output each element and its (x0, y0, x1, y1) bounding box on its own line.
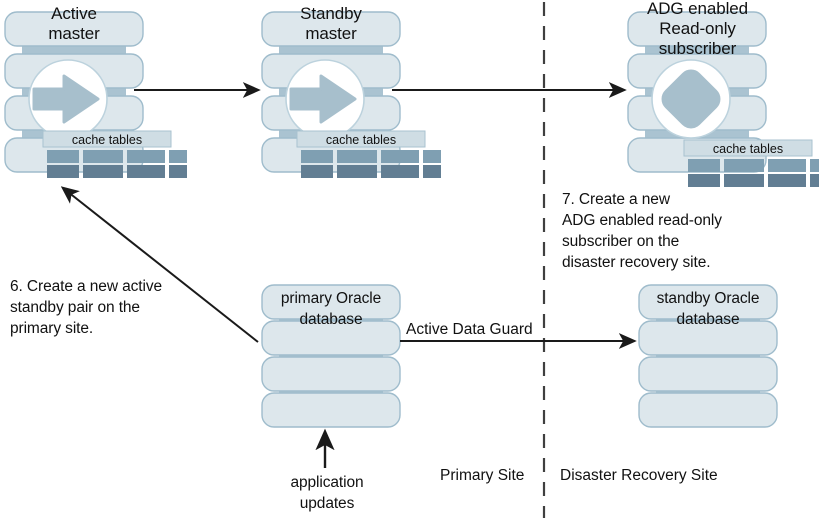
site-label-disaster-recovery: Disaster Recovery Site (560, 467, 718, 484)
node-label-active-master: Active master (48, 4, 100, 43)
node-label-adg-subscriber: ADG enabled Read-only subscriber (647, 0, 748, 58)
cache-tables-label-adg-subscriber: cache tables (712, 142, 784, 156)
node-label-standby-master: Standby master (300, 4, 362, 43)
node-label-standby-database: standby Oracle database (656, 290, 760, 328)
site-label-primary: Primary Site (440, 467, 525, 484)
annotation-step-6: 6. Create a new active standby pair on t… (10, 278, 163, 337)
node-label-primary-database: primary Oracle database (280, 290, 382, 328)
cache-tables-label-active-master: cache tables (71, 133, 143, 147)
cache-tables-label-standby-master: cache tables (325, 133, 397, 147)
annotation-application-updates: application updates (290, 474, 364, 512)
annotation-step-7: 7. Create a new ADG enabled read-only su… (562, 191, 722, 271)
edge-label-active-data-guard: Active Data Guard (404, 320, 535, 340)
diagram-canvas: Active master cache tables Standby maste… (0, 0, 819, 520)
